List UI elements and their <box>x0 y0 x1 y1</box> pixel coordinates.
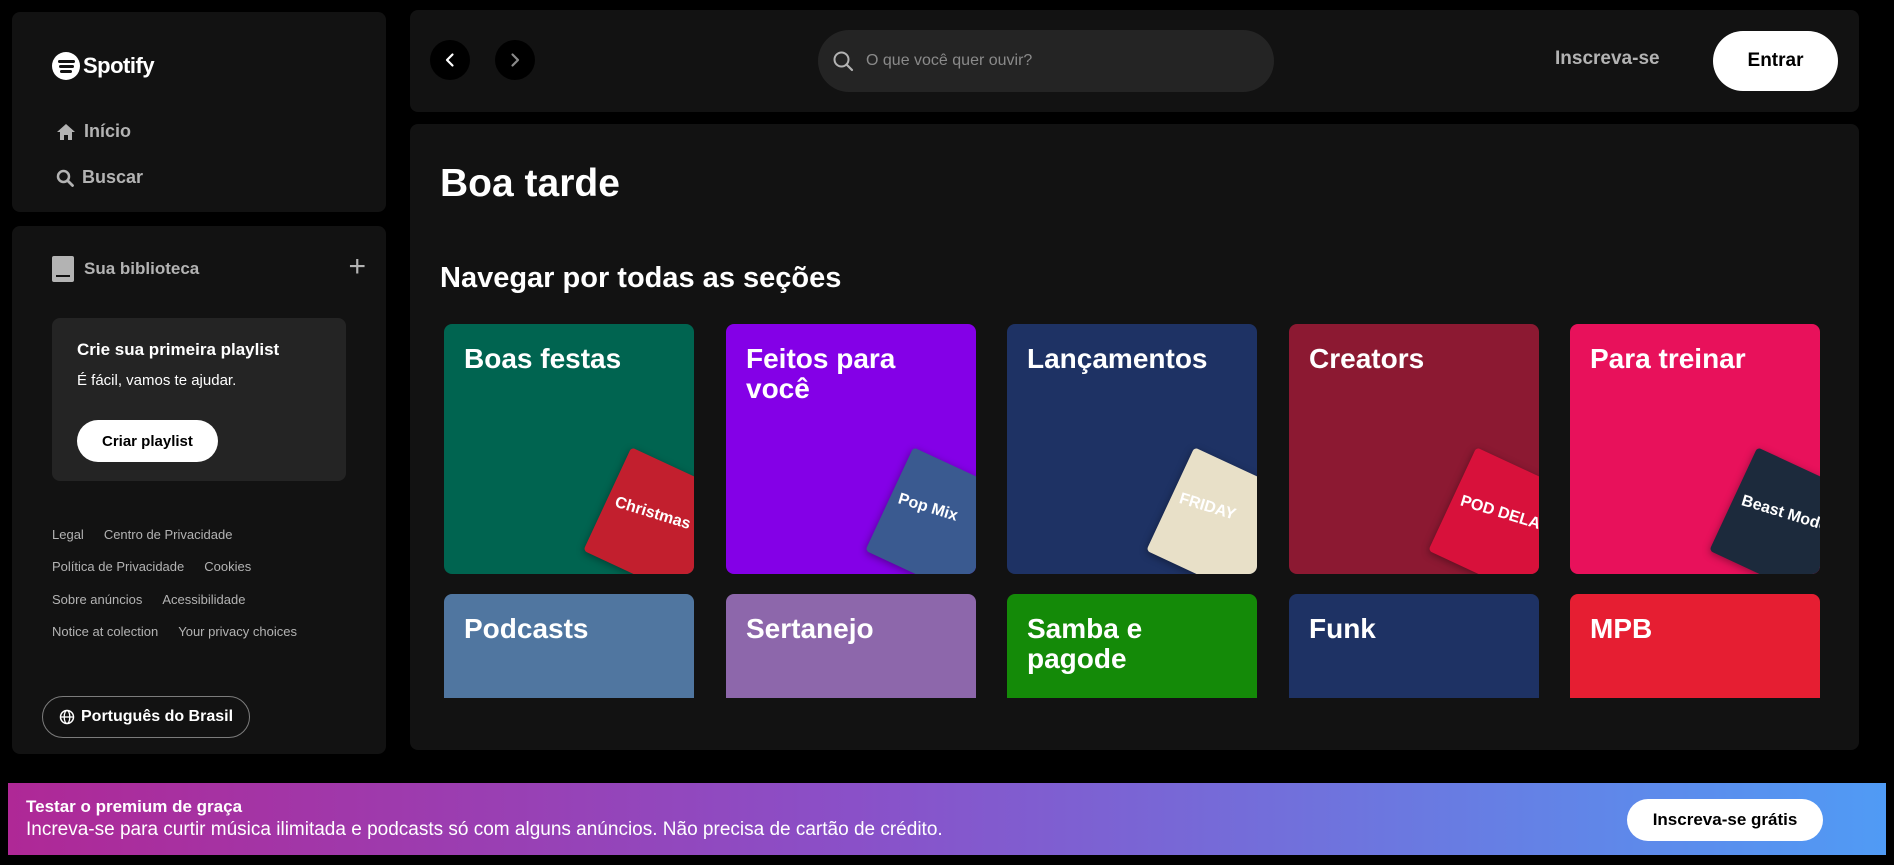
search-icon <box>833 51 854 72</box>
library-icon <box>52 256 74 282</box>
category-cover-image: Beast Mode <box>1709 447 1820 574</box>
category-tile-label: Para treinar <box>1590 343 1746 374</box>
spotify-logo-icon <box>52 52 80 80</box>
category-tile[interactable]: Para treinar Beast Mode <box>1570 324 1820 574</box>
category-cover-image: POD DELAS <box>1428 447 1539 574</box>
banner-text: Increva-se para curtir música ilimitada … <box>26 819 943 840</box>
category-tile-label: Funk <box>1309 613 1376 644</box>
nav-search[interactable]: Buscar <box>56 167 143 188</box>
link-privacy-center[interactable]: Centro de Privacidade <box>104 527 233 542</box>
signup-free-button[interactable]: Inscreva-se grátis <box>1627 799 1823 841</box>
cover-text: Pop Mix <box>896 490 960 525</box>
cover-text: Beast Mode <box>1739 492 1820 535</box>
spotify-logo[interactable]: Spotify <box>52 52 155 80</box>
login-button[interactable]: Entrar <box>1713 31 1838 91</box>
category-tile-label: Lançamentos <box>1027 343 1208 374</box>
nav-home[interactable]: Início <box>56 121 131 142</box>
category-tile[interactable]: Podcasts <box>444 594 694 698</box>
link-privacy-policy[interactable]: Política de Privacidade <box>52 559 184 574</box>
search-icon <box>56 169 74 187</box>
category-tile[interactable]: Funk <box>1289 594 1539 698</box>
signup-link[interactable]: Inscreva-se <box>1555 48 1660 70</box>
greeting-title: Boa tarde <box>440 162 620 205</box>
category-tile[interactable]: Boas festas Christmas Hits <box>444 324 694 574</box>
create-playlist-button[interactable]: Criar playlist <box>77 420 218 462</box>
link-about-ads[interactable]: Sobre anúncios <box>52 592 142 607</box>
category-cover-image: Christmas Hits <box>583 447 694 574</box>
create-playlist-card: Crie sua primeira playlist É fácil, vamo… <box>52 318 346 481</box>
cover-text: Christmas Hits <box>612 493 694 544</box>
nav-search-label: Buscar <box>82 167 144 187</box>
category-cover-image: FRIDAY <box>1146 447 1257 574</box>
chevron-left-icon <box>445 53 454 67</box>
library-title: Sua biblioteca <box>84 259 200 278</box>
links-row: Notice at colection Your privacy choices <box>52 616 352 649</box>
link-notice-at-collection[interactable]: Notice at colection <box>52 624 158 639</box>
category-tile-label: Podcasts <box>464 613 589 644</box>
category-tile[interactable]: Lançamentos FRIDAY <box>1007 324 1257 574</box>
links-row: Política de Privacidade Cookies <box>52 551 352 584</box>
category-tile-label: MPB <box>1590 613 1653 644</box>
plus-icon[interactable]: + <box>348 252 366 282</box>
banner-title: Testar o premium de graça <box>26 797 243 816</box>
link-legal[interactable]: Legal <box>52 527 84 542</box>
back-button[interactable] <box>430 40 470 80</box>
category-cover-image: Pop Mix <box>865 447 976 574</box>
chevron-right-icon <box>511 53 520 67</box>
globe-icon <box>59 709 75 725</box>
card-title: Crie sua primeira playlist <box>77 340 280 359</box>
search-bar <box>818 30 1274 92</box>
category-tile[interactable]: Samba e pagode <box>1007 594 1257 698</box>
category-tile-label: Sertanejo <box>746 613 874 644</box>
cover-text: FRIDAY <box>1177 490 1238 524</box>
category-tile[interactable]: Creators POD DELAS <box>1289 324 1539 574</box>
card-subtitle: É fácil, vamos te ajudar. <box>77 372 237 389</box>
category-tile[interactable]: Sertanejo <box>726 594 976 698</box>
category-tile-label: Samba e pagode <box>1027 613 1143 674</box>
cover-text: POD DELAS <box>1458 492 1539 537</box>
category-tile[interactable]: Feitos para você Pop Mix <box>726 324 976 574</box>
library-panel: Sua biblioteca + Crie sua primeira playl… <box>12 226 386 754</box>
category-tile-label: Creators <box>1309 343 1425 374</box>
home-icon <box>57 123 75 140</box>
top-bar: Inscreva-se Entrar <box>410 10 1859 112</box>
premium-banner[interactable]: Testar o premium de graça Increva-se par… <box>8 783 1886 855</box>
language-label: Português do Brasil <box>81 708 234 725</box>
sidebar-nav-panel: Spotify Início Buscar <box>12 12 386 212</box>
links-row: Legal Centro de Privacidade <box>52 518 352 551</box>
section-title: Navegar por todas as seções <box>440 262 842 294</box>
browse-area: Boa tarde Navegar por todas as seções Bo… <box>410 124 1859 698</box>
logo-text: Spotify <box>83 53 155 78</box>
category-tile[interactable]: MPB <box>1570 594 1820 698</box>
nav-home-label: Início <box>84 121 132 141</box>
category-tile-label: Feitos para você <box>746 343 896 404</box>
library-header[interactable]: Sua biblioteca <box>52 256 199 282</box>
search-input[interactable] <box>866 52 1226 70</box>
link-cookies[interactable]: Cookies <box>204 559 251 574</box>
links-row: Sobre anúncios Acessibilidade <box>52 583 352 616</box>
main-content: Boa tarde Navegar por todas as seções Bo… <box>410 124 1859 750</box>
language-button[interactable]: Português do Brasil <box>42 696 251 738</box>
link-privacy-choices[interactable]: Your privacy choices <box>178 624 297 639</box>
forward-button[interactable] <box>495 40 535 80</box>
link-accessibility[interactable]: Acessibilidade <box>162 592 245 607</box>
category-tile-label: Boas festas <box>464 343 622 374</box>
footer-links: Legal Centro de Privacidade Política de … <box>52 518 352 648</box>
